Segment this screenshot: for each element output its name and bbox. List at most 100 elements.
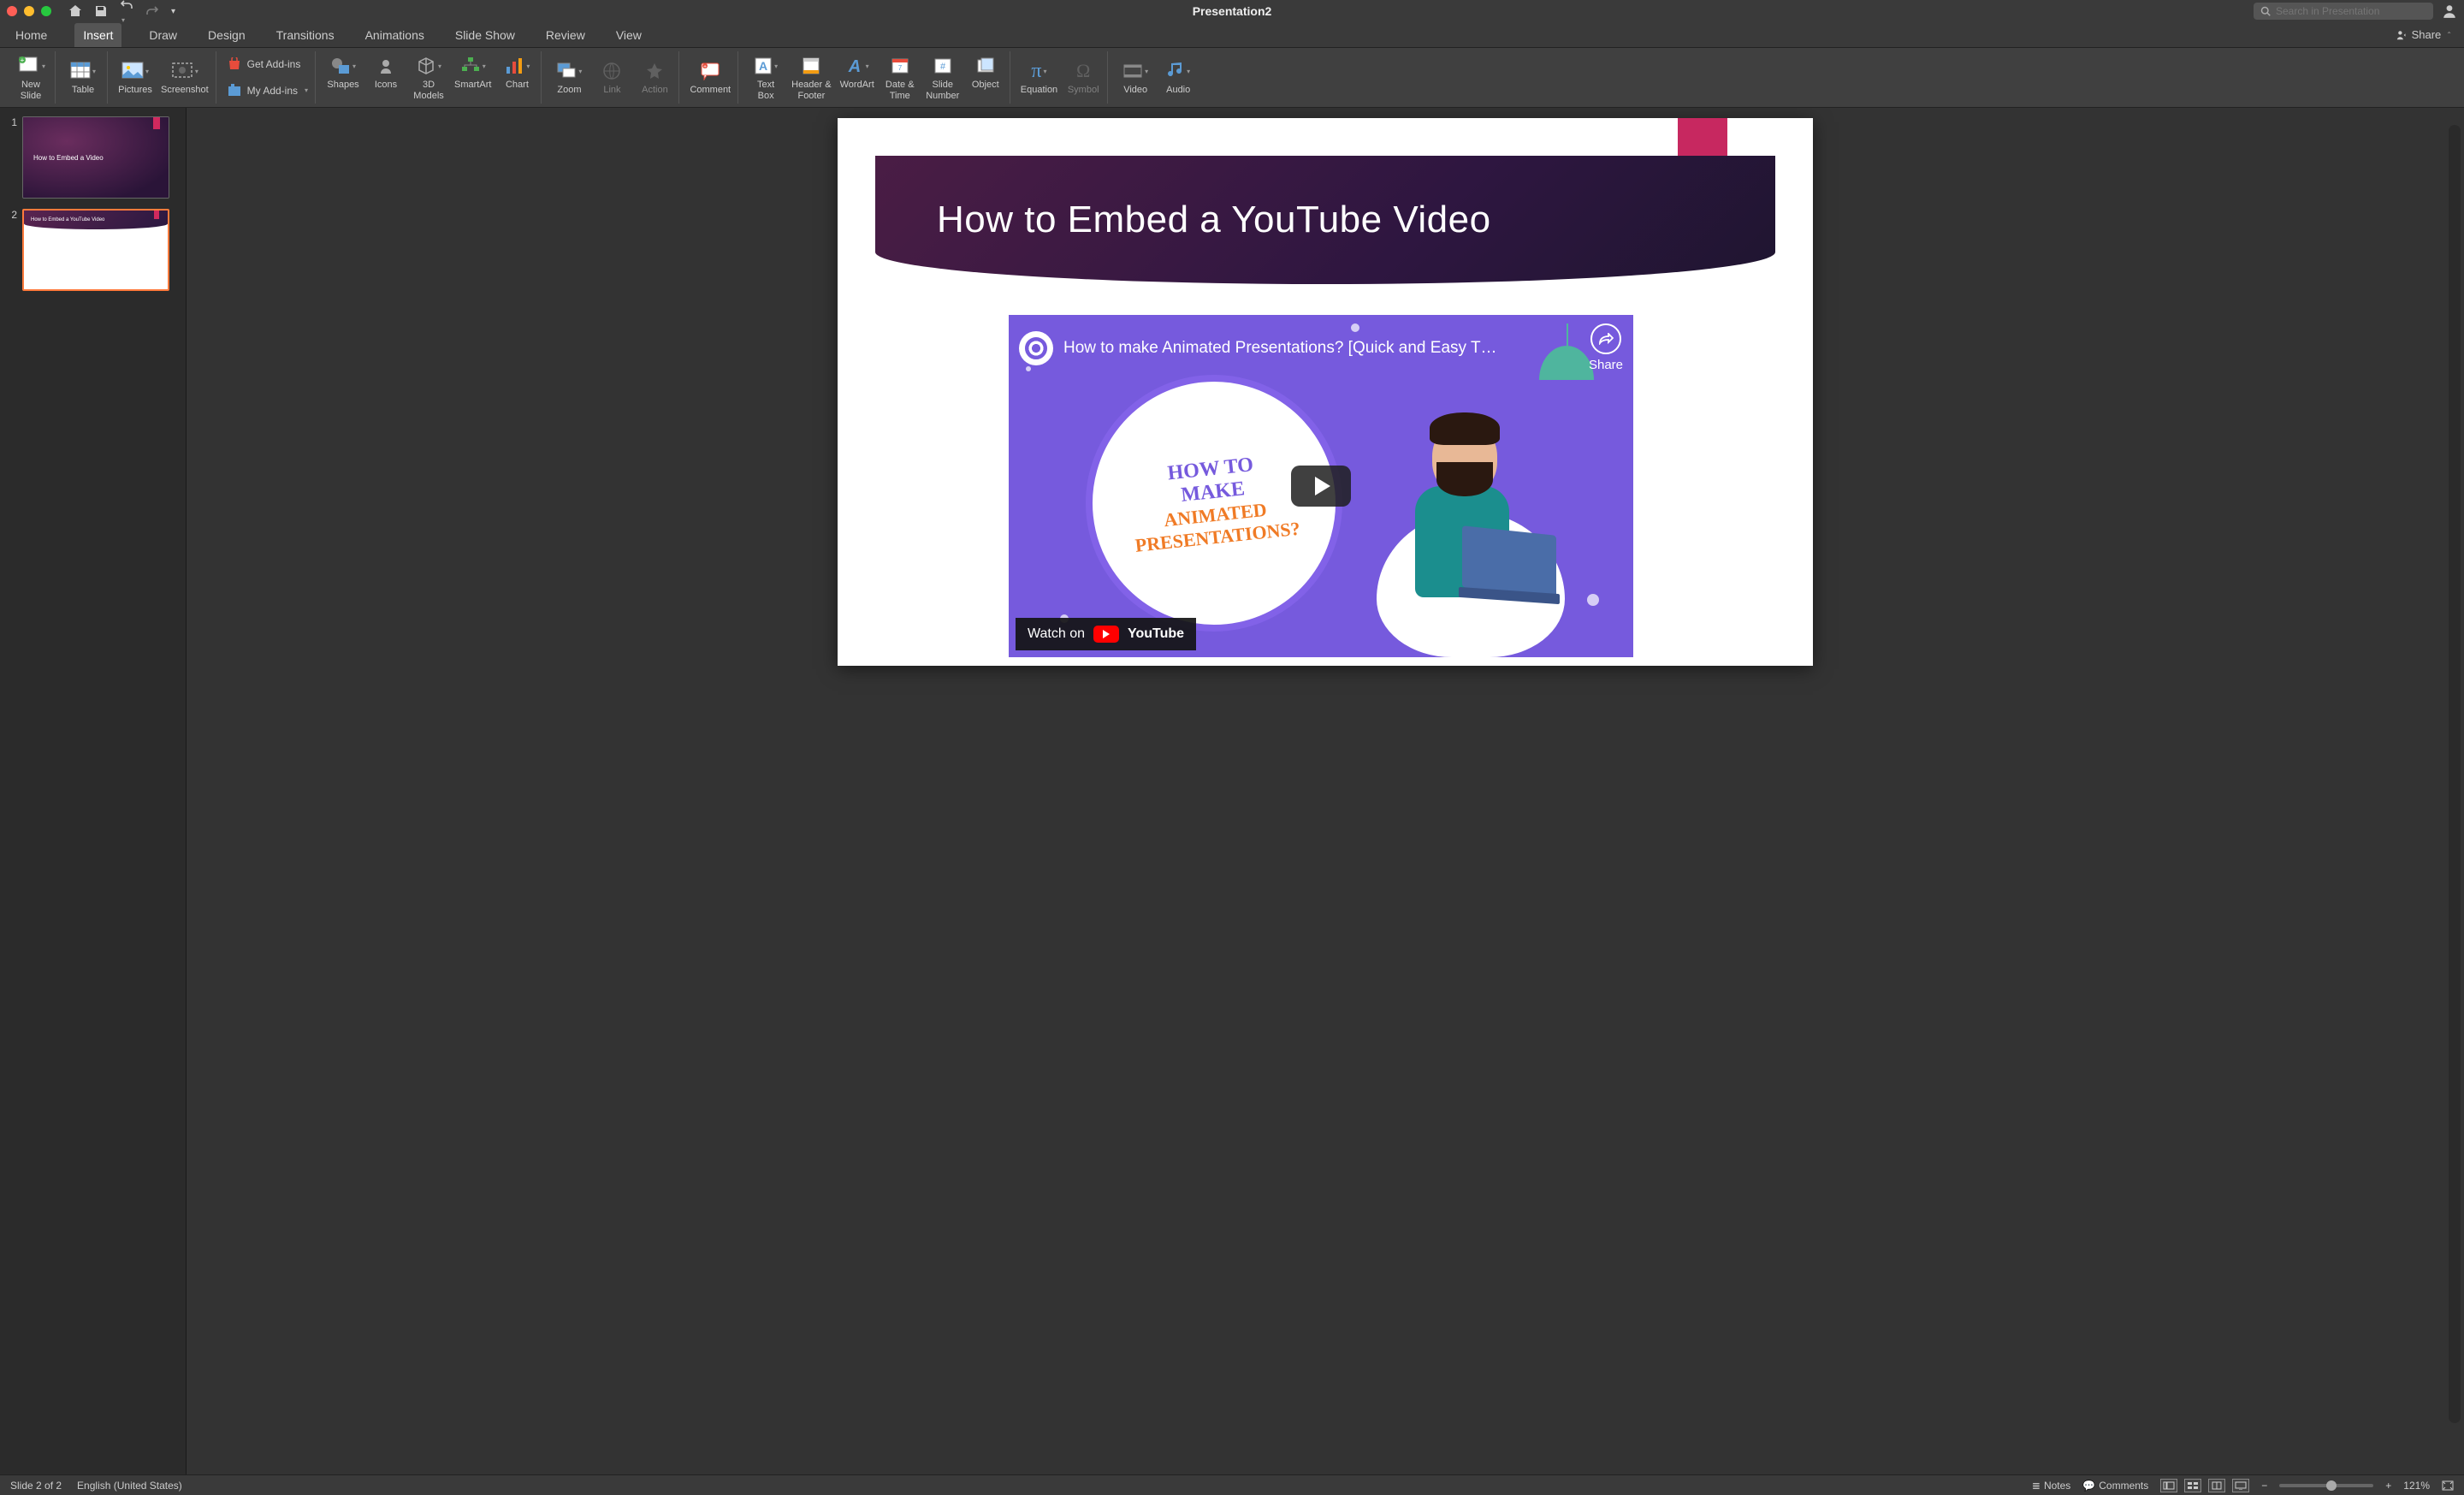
notes-button[interactable]: ≣Notes (2032, 1480, 2070, 1492)
home-icon[interactable] (68, 4, 82, 18)
thumbnail-number: 1 (7, 116, 17, 199)
search-box[interactable] (2254, 3, 2433, 20)
zoom-out-button[interactable]: − (2261, 1480, 2267, 1492)
language-indicator[interactable]: English (United States) (77, 1480, 182, 1492)
cube-icon: ▾ (416, 54, 441, 78)
tab-transitions[interactable]: Transitions (273, 23, 338, 47)
dot-graphic (1587, 594, 1599, 606)
minimize-window-button[interactable] (24, 6, 34, 16)
get-addins-button[interactable]: Get Add-ins (227, 56, 301, 73)
symbol-button[interactable]: ΩSymbol (1066, 59, 1100, 95)
comments-button[interactable]: 💬Comments (2082, 1480, 2148, 1492)
zoom-slider[interactable] (2279, 1484, 2373, 1487)
svg-text:A: A (759, 59, 767, 73)
undo-icon[interactable]: ▾ (120, 0, 133, 25)
zoom-in-button[interactable]: + (2385, 1480, 2391, 1492)
slide-counter[interactable]: Slide 2 of 2 (10, 1480, 62, 1492)
statusbar: Slide 2 of 2 English (United States) ≣No… (0, 1474, 2464, 1495)
slide-title-shape[interactable]: How to Embed a YouTube Video (875, 156, 1775, 284)
slide-canvas-area[interactable]: How to Embed a YouTube Video How to make… (187, 108, 2464, 1474)
tab-review[interactable]: Review (542, 23, 589, 47)
user-icon[interactable] (2442, 3, 2457, 19)
my-addins-button[interactable]: My Add-ins▾ (227, 82, 308, 99)
qat-customize-icon[interactable]: ▾ (171, 7, 175, 16)
icons-button[interactable]: Icons (369, 54, 403, 90)
reading-view-button[interactable] (2208, 1479, 2225, 1492)
slideshow-view-button[interactable] (2232, 1479, 2249, 1492)
fit-to-window-button[interactable] (2442, 1480, 2454, 1491)
new-slide-button[interactable]: +▾ New Slide (14, 54, 48, 100)
share-icon (2396, 29, 2408, 41)
audio-button[interactable]: ▾Audio (1161, 59, 1195, 95)
slide-sorter-view-button[interactable] (2184, 1479, 2201, 1492)
object-button[interactable]: Object (968, 54, 1003, 90)
tab-draw[interactable]: Draw (145, 23, 181, 47)
embedded-video[interactable]: How to make Animated Presentations? [Qui… (1009, 315, 1633, 657)
shapes-button[interactable]: ▾Shapes (326, 54, 360, 90)
screenshot-button[interactable]: ▾ Screenshot (161, 59, 209, 95)
window-controls (7, 6, 51, 16)
chart-button[interactable]: ▾Chart (500, 54, 534, 90)
audio-icon: ▾ (1166, 59, 1190, 83)
header-footer-button[interactable]: Header & Footer (791, 54, 831, 100)
3d-models-button[interactable]: ▾3D Models (412, 54, 446, 100)
vertical-scrollbar[interactable] (2449, 125, 2461, 1423)
search-input[interactable] (2276, 5, 2426, 17)
smartart-icon: ▾ (460, 54, 486, 78)
equation-button[interactable]: π▾Equation (1021, 59, 1057, 95)
slide[interactable]: How to Embed a YouTube Video How to make… (838, 118, 1813, 666)
tab-insert[interactable]: Insert (74, 23, 121, 47)
document-title: Presentation2 (1193, 4, 1272, 18)
date-time-button[interactable]: 7Date & Time (883, 54, 917, 100)
tab-slide-show[interactable]: Slide Show (452, 23, 518, 47)
share-button[interactable]: Share ⌃ (2396, 28, 2452, 41)
zoom-icon: ▾ (556, 59, 582, 83)
date-time-icon: 7 (891, 54, 909, 78)
pictures-button[interactable]: ▾ Pictures (118, 59, 152, 95)
watch-on-youtube-button[interactable]: Watch on YouTube (1016, 618, 1196, 650)
close-window-button[interactable] (7, 6, 17, 16)
comment-button[interactable]: +Comment (690, 59, 731, 95)
video-icon: ▾ (1122, 59, 1148, 83)
tab-view[interactable]: View (613, 23, 645, 47)
tab-design[interactable]: Design (204, 23, 249, 47)
quick-access-toolbar: ▾ ▾ (68, 0, 175, 25)
new-slide-icon: +▾ (16, 54, 45, 78)
chart-icon: ▾ (504, 54, 530, 78)
tab-animations[interactable]: Animations (362, 23, 428, 47)
table-button[interactable]: ▾ Table (66, 59, 100, 95)
symbol-icon: Ω (1076, 59, 1090, 83)
search-icon (2260, 6, 2271, 16)
action-button[interactable]: Action (637, 59, 672, 95)
pictures-icon: ▾ (121, 59, 149, 83)
zoom-level[interactable]: 121% (2403, 1480, 2430, 1492)
save-icon[interactable] (94, 4, 108, 18)
addins-icon (227, 84, 242, 98)
normal-view-button[interactable] (2160, 1479, 2177, 1492)
store-icon (227, 57, 242, 71)
video-share-button[interactable]: Share (1589, 323, 1623, 372)
text-box-icon: A▾ (754, 54, 778, 78)
chevron-down-icon: ⌃ (2446, 31, 2452, 39)
thumbnail-1[interactable]: 1 How to Embed a Video (7, 116, 179, 199)
svg-text:#: # (940, 62, 946, 72)
text-box-button[interactable]: A▾Text Box (749, 54, 783, 100)
svg-text:+: + (703, 64, 707, 70)
slide-thumbnails-panel: 1 How to Embed a Video 2 How to Embed a … (0, 108, 187, 1474)
table-icon: ▾ (70, 59, 96, 83)
video-button[interactable]: ▾Video (1118, 59, 1152, 95)
slide-number-button[interactable]: #Slide Number (926, 54, 960, 100)
video-play-button[interactable] (1291, 466, 1351, 507)
zoom-button[interactable]: ▾Zoom (552, 59, 586, 95)
smartart-button[interactable]: ▾SmartArt (454, 54, 491, 90)
tab-home[interactable]: Home (12, 23, 50, 47)
screenshot-icon: ▾ (171, 59, 198, 83)
view-mode-buttons (2160, 1479, 2249, 1492)
thumbnail-2[interactable]: 2 How to Embed a YouTube Video (7, 209, 179, 291)
redo-icon[interactable] (145, 4, 159, 18)
channel-avatar[interactable] (1019, 331, 1053, 365)
wordart-button[interactable]: A▾WordArt (840, 54, 874, 90)
maximize-window-button[interactable] (41, 6, 51, 16)
shapes-icon: ▾ (330, 54, 356, 78)
link-button[interactable]: Link (595, 59, 629, 95)
